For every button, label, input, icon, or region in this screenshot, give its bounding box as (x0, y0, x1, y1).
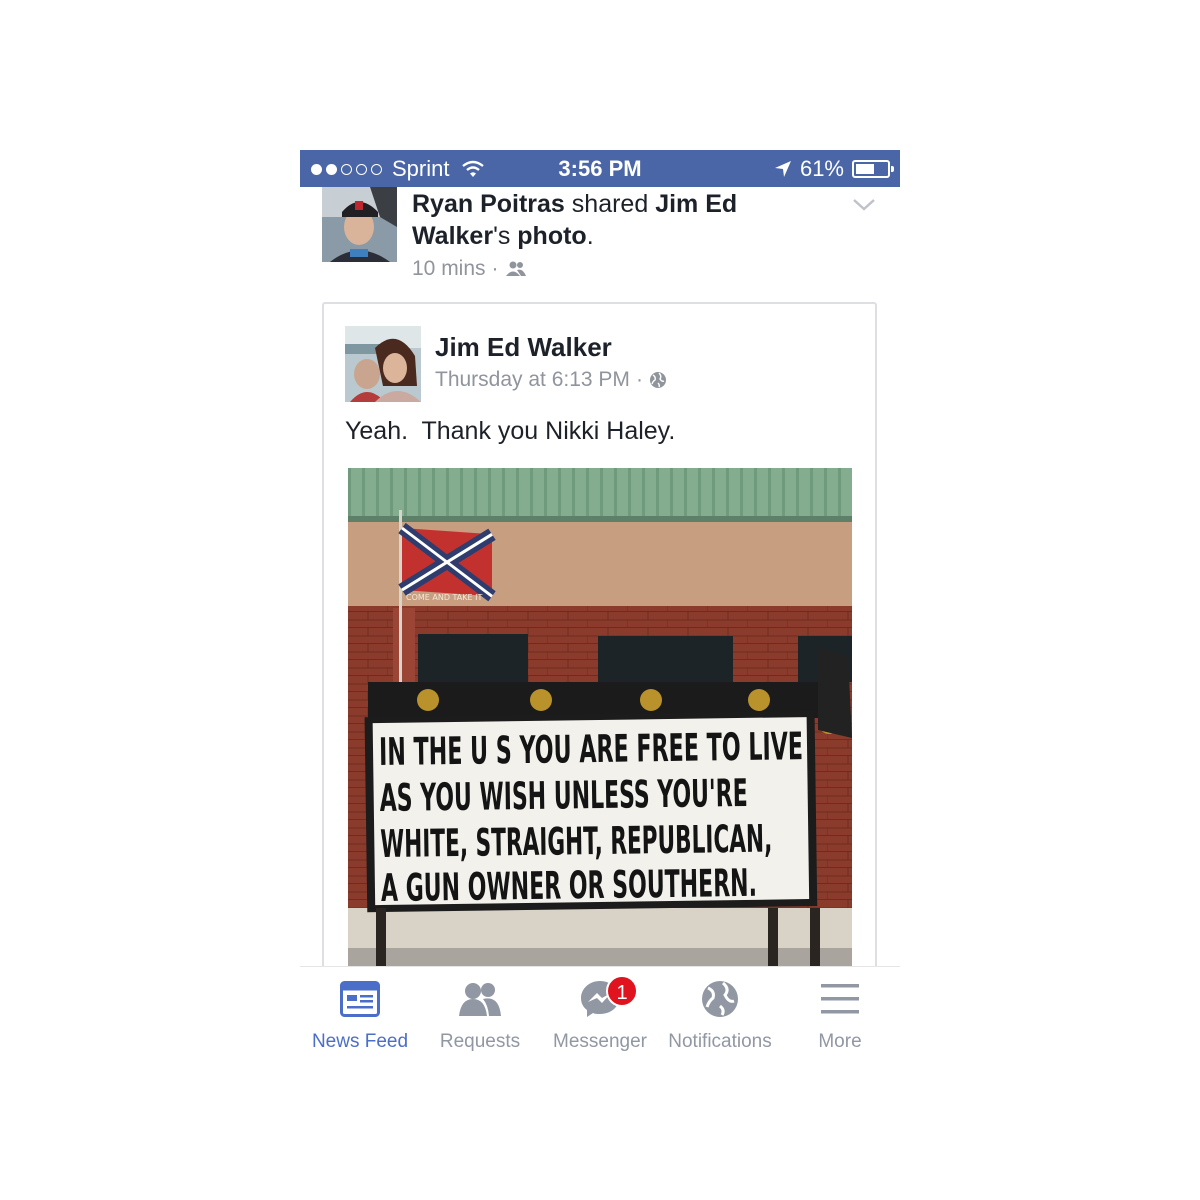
sign-line-2: AS YOU WISH UNLESS YOU'RE (379, 771, 748, 820)
share-description: Ryan Poitras shared Jim Ed Walker's phot… (412, 188, 812, 252)
share-time[interactable]: 10 mins (412, 257, 486, 281)
shared-post-card[interactable]: Jim Ed Walker Thursday at 6:13 PM · Yeah… (322, 302, 877, 1055)
bottom-tab-bar: News Feed Requests 1 Messenger Notificat… (300, 966, 900, 1055)
owner-suffix: 's (493, 222, 518, 250)
meta-separator: · (635, 368, 643, 391)
meta-separator: · (491, 257, 499, 280)
tab-label: Requests (439, 1031, 521, 1052)
battery-level (856, 164, 875, 174)
share-end: . (586, 222, 594, 250)
battery-icon (852, 160, 894, 178)
tab-messenger[interactable]: 1 Messenger (540, 975, 660, 1053)
sign-line-4: A GUN OWNER OR SOUTHERN. (381, 861, 758, 910)
tab-label: Messenger (553, 1031, 647, 1052)
sign-line-1: IN THE U S YOU ARE FREE TO LIVE (379, 724, 804, 774)
post-text: Yeah. Thank you Nikki Haley. (345, 417, 676, 445)
sign-line-3: WHITE, STRAIGHT, REPUBLICAN, (380, 817, 773, 866)
messenger-badge: 1 (606, 975, 638, 1007)
globe-icon (649, 372, 666, 388)
tab-notifications[interactable]: Notifications (660, 977, 780, 1053)
author-avatar[interactable] (345, 326, 421, 402)
friend-requests-icon (459, 983, 501, 1016)
flag-text: COME AND TAKE IT (406, 593, 482, 602)
battery-percentage: 61% (799, 156, 844, 181)
post-photo[interactable]: COME AND TAKE IT IN THE U S YOU ARE FR (348, 468, 852, 988)
tab-label: Notifications (668, 1031, 772, 1052)
share-action-text: shared (564, 190, 656, 218)
status-bar: Sprint 3:56 PM 61% (300, 150, 900, 187)
share-meta: 10 mins · (412, 257, 527, 281)
tab-requests[interactable]: Requests (420, 977, 540, 1053)
globe-notifications-icon (702, 981, 738, 1017)
post-timestamp[interactable]: Thursday at 6:13 PM (435, 368, 630, 392)
tab-news-feed[interactable]: News Feed (300, 977, 420, 1053)
tab-label: More (818, 1031, 862, 1052)
menu-icon (821, 984, 859, 1014)
tab-label: News Feed (311, 1031, 409, 1052)
sharer-avatar[interactable] (322, 187, 397, 262)
friends-icon (505, 261, 526, 276)
phone-screen: Sprint 3:56 PM 61% Ryan Poitras shared J… (300, 150, 900, 1055)
chevron-down-icon[interactable] (852, 197, 876, 213)
post-meta: Thursday at 6:13 PM · (435, 368, 667, 392)
battery-tip (891, 166, 894, 172)
news-feed-icon (340, 981, 380, 1017)
location-arrow-icon (774, 161, 791, 177)
sharer-name-link[interactable]: Ryan Poitras (412, 190, 565, 218)
tab-more[interactable]: More (780, 977, 900, 1053)
photo-link[interactable]: photo (517, 222, 586, 250)
post-author-name[interactable]: Jim Ed Walker (435, 332, 612, 363)
